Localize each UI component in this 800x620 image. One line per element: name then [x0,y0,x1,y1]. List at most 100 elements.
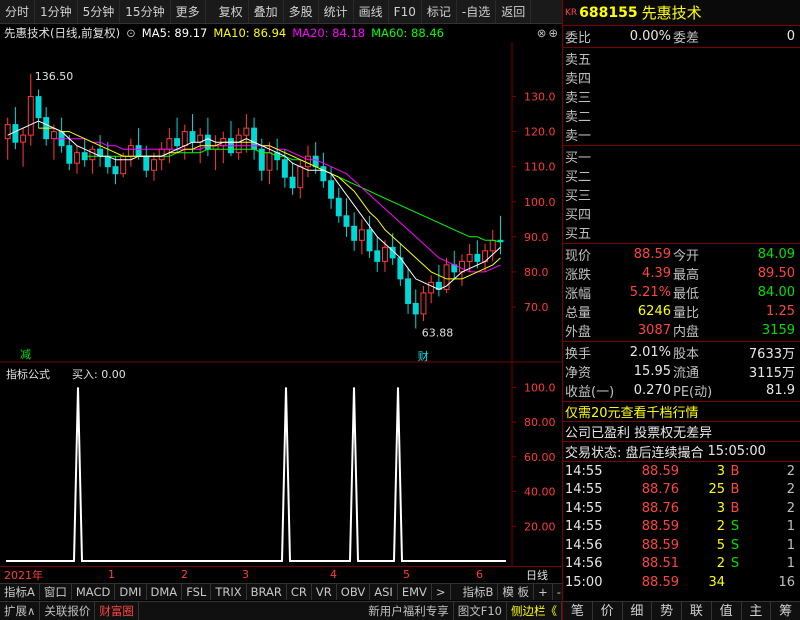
toolbar-item-7[interactable]: 多股 [284,0,319,23]
sell-level-label: 卖一 [565,129,592,144]
status-right-1[interactable]: 图文F10 [454,602,507,620]
candle [243,114,250,153]
candle [397,243,404,286]
toolbar-item-10[interactable]: F10 [389,0,422,23]
panel-tab-6[interactable]: 主 [742,602,772,620]
indicator-tab-7[interactable]: BRAR [247,584,287,600]
time-axis-period: 日线 [526,568,548,582]
panel-tab-0[interactable]: 笔 [563,602,593,620]
quote-stats: 现价 88.59 今开 84.09 涨跌 4.39 最高 89.50 涨幅 5.21% 最低 84.0… [563,244,800,342]
indicator-tab-12[interactable]: EMV [398,584,432,600]
indicator-tab-0[interactable]: 指标A [0,584,40,600]
status-left-2[interactable]: 财富圈 [95,602,139,620]
status-right-2[interactable]: 侧边栏《 [507,602,562,620]
indicator-tab-15[interactable]: 模 板 [498,584,535,600]
panel-tab-4[interactable]: 联 [682,602,712,620]
sell-orderbook: 卖五 卖四 卖三 卖二 卖一 [563,48,800,146]
indicator-tab-10[interactable]: OBV [337,584,371,600]
tick-volume: 2 [716,556,725,572]
indicator-tab-5[interactable]: FSL [182,584,212,600]
quote-row: 现价 88.59 今开 84.09 [563,245,800,264]
promo-link[interactable]: 仅需20元查看千档行情 [563,402,800,422]
candle-body [266,152,273,171]
indicator-tab-3[interactable]: DMI [115,584,147,600]
indicator-tab-14[interactable]: 指标B [459,584,499,600]
tick-row: 14:56 88.59 5 S 1 [563,536,800,555]
indicator-tab-2[interactable]: MACD [72,584,116,600]
event-marker-jian: 减 [20,348,31,361]
tick-count: 2 [786,482,795,498]
indicator-tab-1[interactable]: 窗口 [40,584,72,600]
fund-label: 净资 [565,366,592,381]
toolbar-item-3[interactable]: 15分钟 [120,0,171,23]
y-tick-label: 100.0 [524,196,556,209]
candle-body [458,260,465,273]
y-tick-label: 130.0 [524,91,556,104]
candle [305,145,311,178]
indicator-tab-9[interactable]: VR [312,584,337,600]
tick-list: 14:55 88.59 3 B 2 14:55 88.76 25 B 2 14:55 88.76 3 B 2… [563,462,800,592]
indicator-tab-4[interactable]: DMA [147,584,183,600]
panel-tab-1[interactable]: 价 [593,602,623,620]
indicator-tab-8[interactable]: CR [287,584,312,600]
indicator-tab-17[interactable]: - [553,584,562,600]
event-marker-cai: 财 [418,349,429,363]
toolbar-item-9[interactable]: 画线 [354,0,389,23]
candle-body [289,176,296,189]
candle-body [297,166,304,189]
tick-time: 14:55 [565,463,603,479]
indicator-tab-6[interactable]: TRIX [211,584,247,600]
candle [228,121,234,157]
tick-row: 15:00 88.59 34 16 [563,573,800,592]
tick-price: 88.59 [641,463,679,479]
candle-body [305,155,311,168]
buy-level-row: 买五 [563,223,800,242]
candle [127,138,134,167]
quote-label: 最高 [673,268,700,283]
status-left-0[interactable]: 扩展∧ [0,602,41,620]
toolbar-item-8[interactable]: 统计 [319,0,354,23]
buy-level-label: 买二 [565,170,592,185]
weibi-label: 委比 [565,31,592,46]
indicator-tab-16[interactable]: + [534,584,553,600]
candle [112,156,119,185]
candle-body [335,197,342,217]
ma10-label: MA10: 86.94 [213,26,287,40]
toolbar-item-6[interactable]: 叠加 [249,0,284,23]
candle-body [112,166,119,175]
toolbar-item-13[interactable]: 返回 [496,0,532,23]
toolbar-item-11[interactable]: 标记 [422,0,457,23]
toolbar-item-1[interactable]: 1分钟 [35,0,78,23]
candle-body [4,124,11,140]
buy-level-label: 买五 [565,227,592,242]
status-right-0[interactable]: 新用户福利专享 [364,602,454,620]
candle-body [428,281,435,294]
ma-settings-icon[interactable]: ⊙ [126,26,136,40]
candle [312,142,319,174]
toolbar-item-5[interactable]: 复权 [214,0,249,23]
tick-price: 88.76 [641,500,679,516]
indicator-tab-11[interactable]: ASI [370,584,398,600]
indicator-value: 买入: 0.00 [72,368,126,381]
panel-tab-5[interactable]: 值 [712,602,742,620]
toolbar-item-0[interactable]: 分时 [0,0,36,23]
toolbar-item-12[interactable]: -自选 [457,0,497,23]
panel-tab-3[interactable]: 势 [652,602,682,620]
candle [104,142,111,174]
candle [12,107,19,150]
toolbar-item-2[interactable]: 5分钟 [78,0,121,23]
indicator-tab-13[interactable]: > [432,584,451,600]
panel-tab-2[interactable]: 细 [623,602,653,620]
quote-value: 6246 [637,304,671,319]
status-left-1[interactable]: 关联报价 [40,602,96,620]
candle [420,285,427,321]
candle [366,215,373,258]
kline-chart-area[interactable]: 130.0 120.0 110.0 100.0 90.0 80.0 70.0 136.50 63… [0,42,562,566]
add-chart-icon[interactable]: ⊕ [548,26,558,40]
panel-tab-7[interactable]: 筹 [771,602,800,620]
toolbar-item-4[interactable]: 更多 [171,0,206,23]
candle-body [174,138,181,147]
close-chart-icon[interactable]: ⊗ [537,26,547,40]
candle [374,236,381,272]
tick-side: B [730,463,740,479]
